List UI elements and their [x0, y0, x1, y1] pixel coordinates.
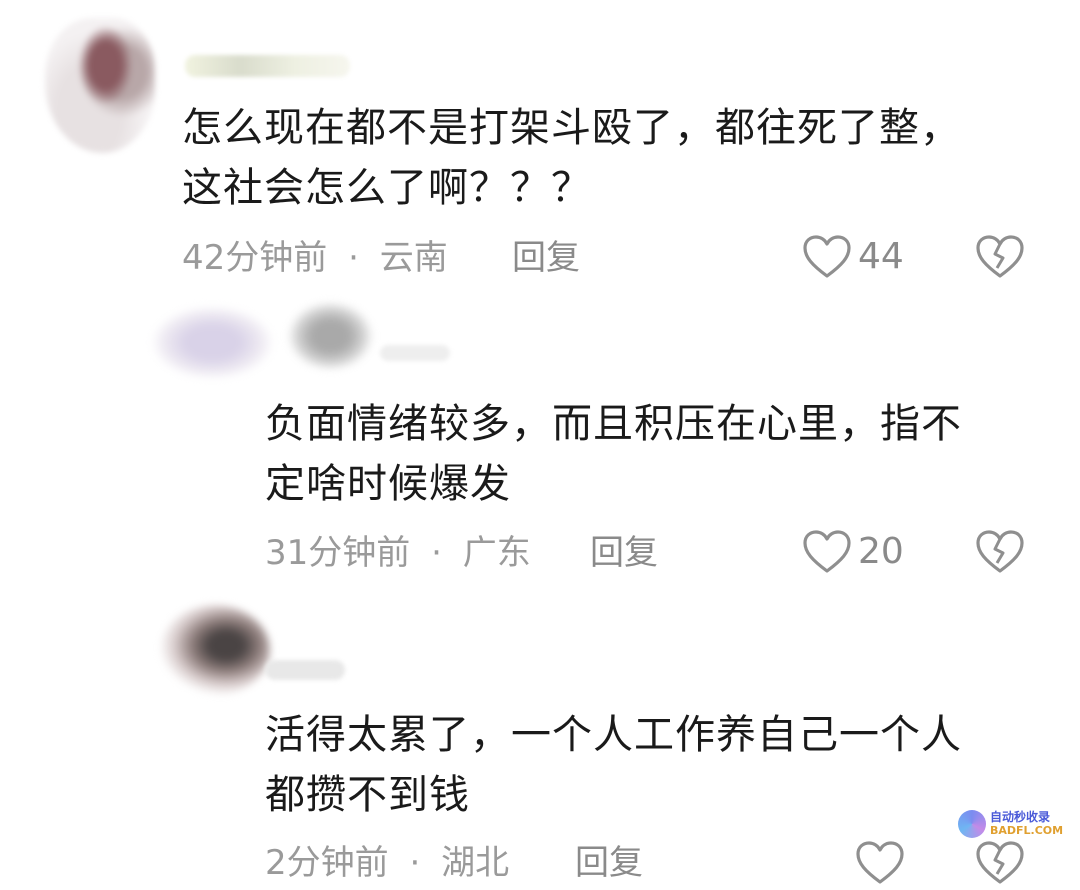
avatar[interactable] — [288, 302, 373, 370]
comment-meta: 2分钟前 · 湖北 — [265, 843, 509, 883]
like-count: 44 — [858, 236, 904, 277]
comment-text-line: 这社会怎么了啊？？？ — [182, 165, 592, 211]
comment-text: 怎么现在都不是打架斗殴了，都往死了整， 这社会怎么了啊？？？ — [182, 98, 961, 218]
comment-meta: 42分钟前 · 云南 — [182, 238, 448, 278]
meta-separator: · — [348, 238, 359, 278]
dislike-button[interactable] — [975, 234, 1025, 284]
watermark-en: BADFL.COM — [990, 824, 1064, 837]
username-blurred[interactable] — [265, 660, 345, 680]
username-blurred[interactable] — [380, 345, 450, 361]
timestamp: 2分钟前 — [265, 843, 389, 883]
watermark: 自动秒收录 BADFL.COM — [958, 810, 1063, 838]
dislike-button[interactable] — [975, 529, 1025, 579]
watermark-text: 自动秒收录 BADFL.COM — [990, 810, 1064, 838]
broken-heart-icon — [976, 530, 1024, 573]
reply-button[interactable]: 回复 — [590, 533, 658, 573]
comment-text: 活得太累了，一个人工作养自己一个人 都攒不到钱 — [265, 705, 962, 825]
meta-separator: · — [409, 843, 421, 883]
location: 湖北 — [441, 843, 510, 883]
comment-text: 负面情绪较多，而且积压在心里，指不 定啥时候爆发 — [265, 394, 962, 514]
dislike-button[interactable] — [975, 840, 1025, 890]
timestamp: 31分钟前 — [265, 533, 411, 573]
location: 广东 — [462, 533, 531, 573]
avatar[interactable] — [150, 305, 275, 380]
location: 云南 — [379, 238, 448, 278]
broken-heart-icon — [976, 841, 1024, 884]
reply-button[interactable]: 回复 — [512, 238, 580, 278]
heart-outline-icon — [856, 841, 904, 884]
like-button[interactable] — [855, 840, 911, 886]
like-button[interactable]: 20 — [802, 529, 904, 575]
reply-button[interactable]: 回复 — [575, 843, 643, 883]
heart-outline-icon — [803, 235, 851, 278]
heart-outline-icon — [803, 530, 851, 573]
avatar[interactable] — [160, 605, 270, 695]
comment-text-line: 定啥时候爆发 — [265, 461, 511, 507]
comment-text-line: 怎么现在都不是打架斗殴了，都往死了整， — [182, 105, 961, 151]
watermark-cn: 自动秒收录 — [990, 810, 1051, 824]
username-blurred[interactable] — [185, 55, 350, 77]
watermark-logo-icon — [958, 810, 986, 838]
timestamp: 42分钟前 — [182, 238, 328, 278]
comment-text-line: 负面情绪较多，而且积压在心里，指不 — [265, 401, 962, 447]
like-count: 20 — [858, 531, 904, 572]
comment-text-line: 都攒不到钱 — [265, 772, 470, 818]
like-button[interactable]: 44 — [802, 234, 904, 280]
broken-heart-icon — [976, 235, 1024, 278]
comment-meta: 31分钟前 · 广东 — [265, 533, 531, 573]
meta-separator: · — [431, 533, 442, 573]
avatar[interactable] — [45, 18, 155, 153]
comment-text-line: 活得太累了，一个人工作养自己一个人 — [265, 712, 962, 758]
